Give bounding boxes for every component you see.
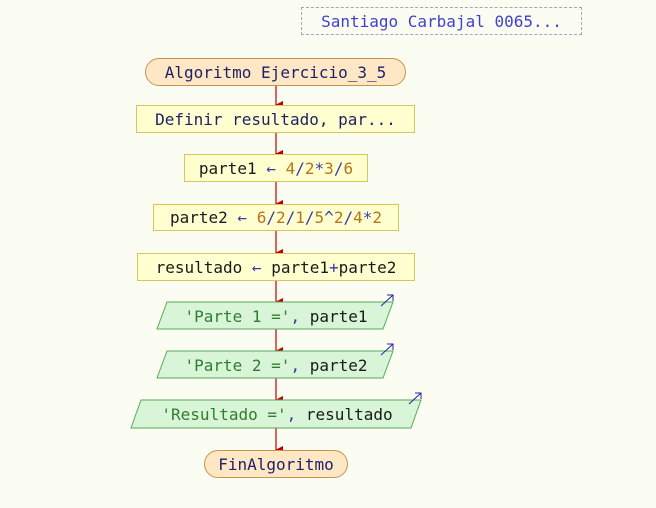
expression-token: 6	[343, 158, 354, 178]
expression-token: /	[295, 158, 305, 178]
output-parte1[interactable]: 'Parte 1 =', parte1	[155, 294, 397, 330]
expression-token: 2	[333, 208, 344, 227]
expression-token: 3	[324, 158, 334, 178]
expression-token: /	[266, 208, 276, 227]
end-terminal[interactable]: FinAlgoritmo	[204, 450, 348, 478]
assign-resultado-process[interactable]: resultado ← parte1+parte2	[137, 253, 415, 281]
output2-string: 'Parte 2 ='	[184, 355, 291, 375]
expression-token: 1	[295, 208, 305, 227]
assign-parte2-process[interactable]: parte2 ← 6/2/1/5^2/4*2	[153, 204, 399, 231]
expression-token: parte1	[271, 257, 329, 277]
expression-token: /	[304, 208, 315, 227]
expression-token: 4	[353, 208, 363, 227]
expression-token: 4	[285, 158, 296, 178]
assign3-arrow: ←	[251, 257, 262, 277]
end-text: FinAlgoritmo	[218, 454, 334, 474]
expression-token: 2	[372, 208, 383, 227]
output3-sep: ,	[286, 405, 297, 424]
expression-token: *	[362, 208, 373, 227]
comment-text: Santiago Carbajal 0065...	[321, 11, 562, 31]
output1-string: 'Parte 1 ='	[184, 306, 291, 326]
start-terminal[interactable]: Algoritmo Ejercicio_3_5	[145, 58, 406, 86]
expression-token: /	[343, 208, 354, 227]
assign2-expression: 6/2/1/5^2/4*2	[257, 208, 382, 227]
assign3-var: resultado	[155, 257, 243, 277]
output3-var: resultado	[305, 405, 393, 424]
assign1-var: parte1	[198, 158, 257, 178]
output-resultado[interactable]: 'Resultado =', resultado	[129, 392, 425, 429]
output2-sep: ,	[290, 355, 301, 375]
assign1-expression: 4/2*3/6	[286, 159, 353, 178]
expression-token: 2	[275, 208, 286, 227]
expression-token: +	[328, 257, 339, 277]
expression-token: 2	[304, 158, 315, 178]
assign3-expression: parte1+parte2	[271, 258, 396, 277]
assign2-arrow: ←	[237, 208, 248, 227]
expression-token: /	[333, 158, 344, 178]
define-process[interactable]: Definir resultado, par...	[136, 105, 415, 133]
output2-var: parte2	[309, 355, 368, 375]
define-text: Definir resultado, par...	[155, 109, 396, 129]
expression-token: *	[314, 158, 325, 178]
output1-sep: ,	[290, 306, 301, 326]
start-text: Algoritmo Ejercicio_3_5	[164, 62, 387, 82]
expression-token: parte2	[338, 257, 397, 277]
expression-token: /	[285, 208, 296, 227]
assign2-var: parte2	[169, 208, 228, 227]
assign1-arrow: ←	[266, 158, 276, 178]
expression-token: 5	[314, 208, 325, 227]
output3-string: 'Resultado ='	[161, 405, 287, 424]
assign-parte1-process[interactable]: parte1 ← 4/2*3/6	[184, 154, 368, 182]
output-parte2[interactable]: 'Parte 2 =', parte2	[155, 343, 397, 379]
expression-token: ^	[324, 208, 334, 227]
comment-box[interactable]: Santiago Carbajal 0065...	[301, 7, 582, 35]
expression-token: 6	[256, 208, 267, 227]
output1-var: parte1	[309, 306, 368, 326]
